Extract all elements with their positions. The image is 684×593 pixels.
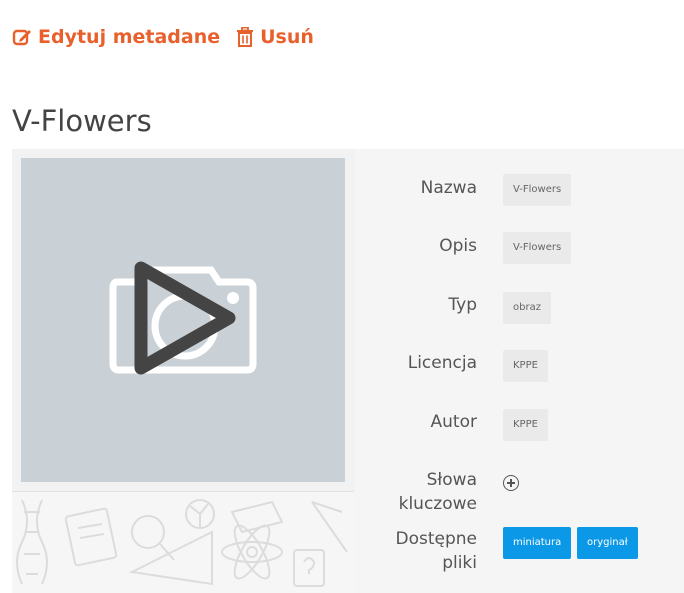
edit-metadata-label: Edytuj metadane — [38, 26, 221, 48]
type-value: obraz — [503, 292, 551, 324]
license-label: Licencja — [407, 353, 477, 373]
science-doodles — [16, 499, 348, 587]
page-title: V-Flowers — [12, 104, 152, 138]
keywords-label-line2: kluczowe — [398, 494, 477, 514]
delete-label: Usuń — [260, 26, 314, 48]
author-label: Autor — [430, 412, 477, 432]
files-label-line1: Dostępne — [395, 529, 478, 549]
media-panel — [12, 149, 354, 593]
download-original-button[interactable]: oryginał — [577, 527, 638, 559]
delete-link[interactable]: Usuń — [236, 26, 314, 48]
license-value: KPPE — [503, 350, 548, 382]
files-label: Dostępne pliki — [396, 527, 478, 575]
name-label: Nazwa — [420, 178, 477, 198]
type-label: Typ — [448, 295, 477, 315]
trash-icon — [237, 27, 254, 47]
download-thumbnail-button[interactable]: miniatura — [503, 527, 572, 559]
decorative-pattern — [12, 491, 354, 593]
action-bar: Edytuj metadane Usuń — [12, 26, 314, 48]
metadata-panel: Nazwa V-Flowers Opis V-Flowers Typ obraz… — [354, 149, 684, 593]
edit-icon — [12, 29, 31, 46]
description-value: V-Flowers — [503, 232, 572, 264]
keywords-label: Słowa kluczowe — [399, 468, 477, 516]
description-label: Opis — [439, 236, 477, 256]
play-icon — [134, 261, 236, 375]
edit-metadata-link[interactable]: Edytuj metadane — [12, 26, 220, 48]
add-keyword-icon[interactable] — [503, 475, 519, 491]
files-label-line2: pliki — [442, 553, 477, 573]
author-value: KPPE — [503, 409, 548, 441]
keywords-label-line1: Słowa — [426, 470, 477, 490]
media-preview[interactable] — [21, 158, 345, 482]
name-value: V-Flowers — [503, 174, 572, 206]
